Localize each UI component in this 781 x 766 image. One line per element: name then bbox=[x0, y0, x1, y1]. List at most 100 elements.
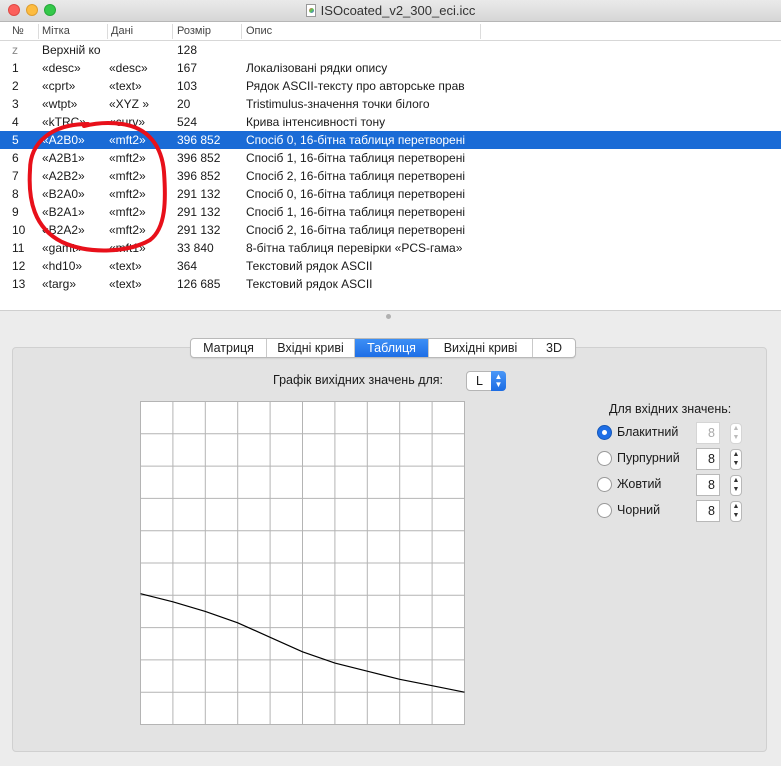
input-channel-row: Пурпурний 8 ▲ ▼ bbox=[597, 448, 747, 470]
column-separator[interactable] bbox=[172, 24, 173, 39]
table-row[interactable]: 10 «B2A2» «mft2» 291 132 Спосіб 2, 16-бітна … bbox=[0, 221, 781, 239]
row-tag: «gamt» bbox=[42, 241, 83, 255]
table-row[interactable]: 13 «targ» «text» 126 685 Текстовий рядок ASC… bbox=[0, 275, 781, 293]
row-number: 9 bbox=[12, 205, 19, 219]
table-row[interactable]: 3 «wtpt» «XYZ » 20 Tristimulus-значення точк… bbox=[0, 95, 781, 113]
row-description: Спосіб 2, 16-бітна таблиця перетворені bbox=[246, 223, 466, 237]
row-number: 3 bbox=[12, 97, 19, 111]
tab-0[interactable]: Матриця bbox=[191, 339, 267, 357]
row-description: Рядок ASCII-тексту про авторське прав bbox=[246, 79, 465, 93]
title-bar: ISOcoated_v2_300_eci.icc bbox=[0, 0, 781, 22]
row-description: Спосіб 0, 16-бітна таблиця перетворені bbox=[246, 187, 466, 201]
row-number: 8 bbox=[12, 187, 19, 201]
row-number: 7 bbox=[12, 169, 19, 183]
table-row[interactable]: 7 «A2B2» «mft2» 396 852 Спосіб 2, 16-бітна т… bbox=[0, 167, 781, 185]
channel-stepper-icon[interactable]: ▲ ▼ bbox=[730, 501, 742, 522]
channel-stepper-icon[interactable]: ▲ ▼ bbox=[730, 423, 742, 444]
row-size: 128 bbox=[177, 43, 198, 57]
row-description: Tristimulus-значення точки білого bbox=[246, 97, 430, 111]
column-header-data[interactable]: Дані bbox=[111, 25, 133, 37]
row-tag: «B2A2» bbox=[42, 223, 85, 237]
column-header-size[interactable]: Розмір bbox=[177, 25, 211, 37]
row-tag: «B2A0» bbox=[42, 187, 85, 201]
row-description: Текстовий рядок ASCII bbox=[246, 259, 373, 273]
input-channel-row: Чорний 8 ▲ ▼ bbox=[597, 500, 747, 522]
row-data-type: «XYZ » bbox=[109, 97, 150, 111]
document-icon bbox=[305, 4, 316, 17]
row-tag: «targ» bbox=[42, 277, 77, 291]
row-data-type: «mft2» bbox=[109, 223, 146, 237]
row-size: 291 132 bbox=[177, 205, 221, 219]
channel-radio[interactable] bbox=[597, 425, 612, 440]
row-tag: «cprt» bbox=[42, 79, 76, 93]
channel-value-field[interactable]: 8 bbox=[696, 448, 720, 470]
channel-label: Блакитний bbox=[617, 425, 679, 439]
column-separator[interactable] bbox=[480, 24, 481, 39]
row-size: 524 bbox=[177, 115, 198, 129]
tab-3[interactable]: Вихідні криві bbox=[429, 339, 533, 357]
column-separator[interactable] bbox=[241, 24, 242, 39]
table-row[interactable]: 12 «hd10» «text» 364 Текстовий рядок ASCII bbox=[0, 257, 781, 275]
input-channel-row: Жовтий 8 ▲ ▼ bbox=[597, 474, 747, 496]
row-tag: Верхній ко bbox=[42, 43, 101, 57]
row-size: 33 840 bbox=[177, 241, 214, 255]
row-number: 11 bbox=[12, 241, 25, 255]
row-number: 1 bbox=[12, 61, 19, 75]
row-number: 2 bbox=[12, 79, 19, 93]
row-size: 291 132 bbox=[177, 187, 221, 201]
channel-label: Чорний bbox=[617, 503, 661, 517]
table-header: № Мітка Дані Розмір Опис bbox=[0, 22, 781, 41]
row-description: Крива інтенсивності тону bbox=[246, 115, 386, 129]
row-size: 20 bbox=[177, 97, 191, 111]
row-number: 12 bbox=[12, 259, 26, 273]
column-header-description[interactable]: Опис bbox=[246, 25, 272, 37]
table-row[interactable]: 2 «cprt» «text» 103 Рядок ASCII-тексту про а… bbox=[0, 77, 781, 95]
row-number: 13 bbox=[12, 277, 26, 291]
row-number: 10 bbox=[12, 223, 26, 237]
row-data-type: «mft2» bbox=[109, 133, 146, 147]
table-row[interactable]: 11 «gamt» «mft1» 33 840 8-бітна таблиця пере… bbox=[0, 239, 781, 257]
divider-grip-icon[interactable] bbox=[386, 314, 391, 319]
column-header-tag[interactable]: Мітка bbox=[42, 25, 70, 37]
row-tag: «A2B2» bbox=[42, 169, 85, 183]
row-number: z bbox=[12, 43, 18, 57]
table-row[interactable]: 4 «kTRC» «curv» 524 Крива інтенсивності тону bbox=[0, 113, 781, 131]
row-tag: «hd10» bbox=[42, 259, 83, 273]
channel-stepper-icon[interactable]: ▲ ▼ bbox=[730, 449, 742, 470]
chevron-updown-icon[interactable]: ▲ ▼ bbox=[491, 371, 506, 391]
channel-value-field[interactable]: 8 bbox=[696, 422, 720, 444]
channel-stepper-icon[interactable]: ▲ ▼ bbox=[730, 475, 742, 496]
row-size: 126 685 bbox=[177, 277, 221, 291]
table-row[interactable]: 8 «B2A0» «mft2» 291 132 Спосіб 0, 16-бітна т… bbox=[0, 185, 781, 203]
column-header-number[interactable]: № bbox=[12, 25, 24, 37]
channel-radio[interactable] bbox=[597, 503, 612, 518]
tab-2[interactable]: Таблиця bbox=[355, 339, 429, 357]
split-view-divider[interactable] bbox=[0, 310, 781, 322]
column-separator[interactable] bbox=[107, 24, 108, 39]
row-tag: «B2A1» bbox=[42, 205, 85, 219]
row-number: 4 bbox=[12, 115, 19, 129]
row-size: 291 132 bbox=[177, 223, 221, 237]
column-separator[interactable] bbox=[38, 24, 39, 39]
table-row[interactable]: 6 «A2B1» «mft2» 396 852 Спосіб 1, 16-бітна т… bbox=[0, 149, 781, 167]
view-tabs: Матриця Вхідні криві Таблиця Вихідні криві 3… bbox=[190, 338, 576, 358]
row-data-type: «text» bbox=[109, 259, 142, 273]
tab-4[interactable]: 3D bbox=[533, 339, 575, 357]
channel-value-field[interactable]: 8 bbox=[696, 474, 720, 496]
window-title-wrap: ISOcoated_v2_300_eci.icc bbox=[0, 3, 781, 18]
table-row[interactable]: z Верхній ко 128 bbox=[0, 41, 781, 59]
channel-radio[interactable] bbox=[597, 451, 612, 466]
output-channel-popup[interactable]: L ▲ ▼ bbox=[466, 371, 506, 391]
row-number: 6 bbox=[12, 151, 19, 165]
table-row[interactable]: 9 «B2A1» «mft2» 291 132 Спосіб 1, 16-бітна т… bbox=[0, 203, 781, 221]
row-tag: «wtpt» bbox=[42, 97, 78, 111]
channel-radio[interactable] bbox=[597, 477, 612, 492]
table-row[interactable]: 1 «desc» «desc» 167 Локалізовані рядки опису bbox=[0, 59, 781, 77]
tab-1[interactable]: Вхідні криві bbox=[267, 339, 355, 357]
row-tag: «desc» bbox=[42, 61, 81, 75]
tag-table: № Мітка Дані Розмір Опис z Верхній ко 128 1… bbox=[0, 22, 781, 310]
channel-value-field[interactable]: 8 bbox=[696, 500, 720, 522]
table-row[interactable]: 5 «A2B0» «mft2» 396 852 Спосіб 0, 16-бітна т… bbox=[0, 131, 781, 149]
row-description: 8-бітна таблиця перевірки «PCS-гама» bbox=[246, 241, 463, 255]
row-data-type: «mft2» bbox=[109, 187, 146, 201]
